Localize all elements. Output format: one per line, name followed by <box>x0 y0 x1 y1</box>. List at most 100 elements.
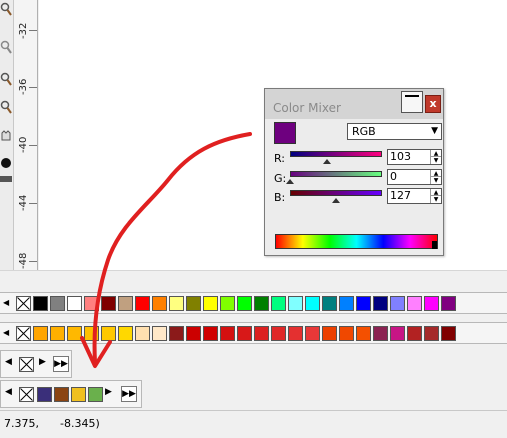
hand-icon[interactable] <box>0 128 12 142</box>
color-swatch[interactable] <box>101 326 116 341</box>
no-color-swatch[interactable] <box>19 387 34 402</box>
color-swatch[interactable] <box>186 296 201 311</box>
red-value-spinner[interactable]: 103 ▲ ▼ <box>387 149 442 165</box>
scroll-left-icon[interactable]: ◀ <box>3 298 9 307</box>
color-swatch[interactable] <box>254 326 269 341</box>
color-swatch[interactable] <box>339 296 354 311</box>
color-swatch[interactable] <box>322 326 337 341</box>
color-swatch[interactable] <box>288 326 303 341</box>
ruler-tick <box>29 261 37 262</box>
color-swatch[interactable] <box>169 296 184 311</box>
current-color-swatch[interactable] <box>274 122 296 144</box>
color-swatch[interactable] <box>288 296 303 311</box>
no-color-swatch[interactable] <box>19 357 34 372</box>
color-swatch[interactable] <box>322 296 337 311</box>
color-swatch[interactable] <box>67 296 82 311</box>
color-swatch[interactable] <box>271 326 286 341</box>
color-swatch[interactable] <box>373 326 388 341</box>
color-swatch[interactable] <box>305 326 320 341</box>
zoom-icon[interactable] <box>0 40 12 54</box>
decrement-icon[interactable]: ▼ <box>430 157 441 164</box>
magnifier-icon[interactable] <box>0 100 12 114</box>
color-swatch[interactable] <box>237 296 252 311</box>
red-slider-thumb[interactable] <box>323 159 332 164</box>
color-swatch[interactable] <box>271 296 286 311</box>
color-swatch[interactable] <box>33 326 48 341</box>
scroll-left-icon[interactable]: ◀ <box>5 387 12 397</box>
color-swatch[interactable] <box>67 326 82 341</box>
color-swatch[interactable] <box>407 296 422 311</box>
green-slider-thumb[interactable] <box>286 179 294 184</box>
color-swatch[interactable] <box>84 296 99 311</box>
scroll-right-icon[interactable]: ▶ <box>105 387 112 397</box>
green-slider[interactable] <box>290 171 382 177</box>
color-swatch[interactable] <box>33 296 48 311</box>
color-swatch[interactable] <box>220 326 235 341</box>
color-spectrum-bar[interactable] <box>275 234 438 249</box>
blue-value-spinner[interactable]: 127 ▲ ▼ <box>387 188 442 204</box>
color-swatch[interactable] <box>118 296 133 311</box>
color-swatch[interactable] <box>84 326 99 341</box>
color-swatch[interactable] <box>356 296 371 311</box>
blue-value: 127 <box>390 189 411 202</box>
color-swatch[interactable] <box>424 296 439 311</box>
title-bar[interactable]: Color Mixer x <box>265 89 443 119</box>
color-swatch[interactable] <box>71 387 86 402</box>
color-swatch[interactable] <box>50 296 65 311</box>
color-swatch[interactable] <box>203 296 218 311</box>
increment-icon[interactable]: ▲ <box>430 150 441 157</box>
color-swatch[interactable] <box>169 326 184 341</box>
ink-icon[interactable] <box>0 156 12 170</box>
custom-palette-box: ◀ ▶ ▶▶ <box>0 380 142 408</box>
green-value-spinner[interactable]: 0 ▲ ▼ <box>387 169 442 185</box>
skip-end-icon[interactable]: ▶▶ <box>121 386 137 402</box>
tool-separator <box>0 176 12 182</box>
scroll-right-icon[interactable]: ▶ <box>39 357 46 367</box>
color-swatch[interactable] <box>441 326 456 341</box>
minimize-button[interactable] <box>401 91 423 113</box>
color-swatch[interactable] <box>407 326 422 341</box>
blue-slider-thumb[interactable] <box>331 198 340 203</box>
increment-icon[interactable]: ▲ <box>430 189 441 196</box>
zoom-icon[interactable] <box>0 2 12 16</box>
color-swatch[interactable] <box>152 326 167 341</box>
color-swatch[interactable] <box>373 296 388 311</box>
scroll-left-icon[interactable]: ◀ <box>5 357 12 367</box>
decrement-icon[interactable]: ▼ <box>430 196 441 203</box>
color-swatch[interactable] <box>50 326 65 341</box>
color-swatch[interactable] <box>54 387 69 402</box>
color-swatch[interactable] <box>37 387 52 402</box>
color-swatch[interactable] <box>390 296 405 311</box>
color-swatch[interactable] <box>220 296 235 311</box>
empty-palette-box: ◀ ▶ ▶▶ <box>0 350 72 378</box>
color-swatch[interactable] <box>237 326 252 341</box>
decrement-icon[interactable]: ▼ <box>430 177 441 184</box>
color-swatch[interactable] <box>101 296 116 311</box>
no-color-swatch[interactable] <box>16 296 31 311</box>
color-swatch[interactable] <box>203 326 218 341</box>
color-swatch[interactable] <box>305 296 320 311</box>
color-swatch[interactable] <box>186 326 201 341</box>
color-swatch[interactable] <box>152 296 167 311</box>
color-mode-select[interactable]: RGB ▼ <box>347 123 442 140</box>
color-swatch[interactable] <box>339 326 354 341</box>
color-swatch[interactable] <box>441 296 456 311</box>
color-mode-value: RGB <box>352 125 376 138</box>
color-swatch[interactable] <box>390 326 405 341</box>
color-swatch[interactable] <box>135 296 150 311</box>
close-button[interactable]: x <box>425 95 441 113</box>
increment-icon[interactable]: ▲ <box>430 170 441 177</box>
color-swatch[interactable] <box>356 326 371 341</box>
dropper-icon[interactable] <box>0 72 12 86</box>
color-swatch[interactable] <box>254 296 269 311</box>
color-swatch[interactable] <box>88 387 103 402</box>
skip-end-icon[interactable]: ▶▶ <box>53 356 69 372</box>
no-color-swatch[interactable] <box>16 326 31 341</box>
color-swatch[interactable] <box>118 326 133 341</box>
blue-slider[interactable] <box>290 190 382 196</box>
color-swatch[interactable] <box>135 326 150 341</box>
scroll-left-icon[interactable]: ◀ <box>3 328 9 337</box>
color-swatch[interactable] <box>424 326 439 341</box>
red-slider[interactable] <box>290 151 382 157</box>
spectrum-black-end <box>432 241 437 249</box>
